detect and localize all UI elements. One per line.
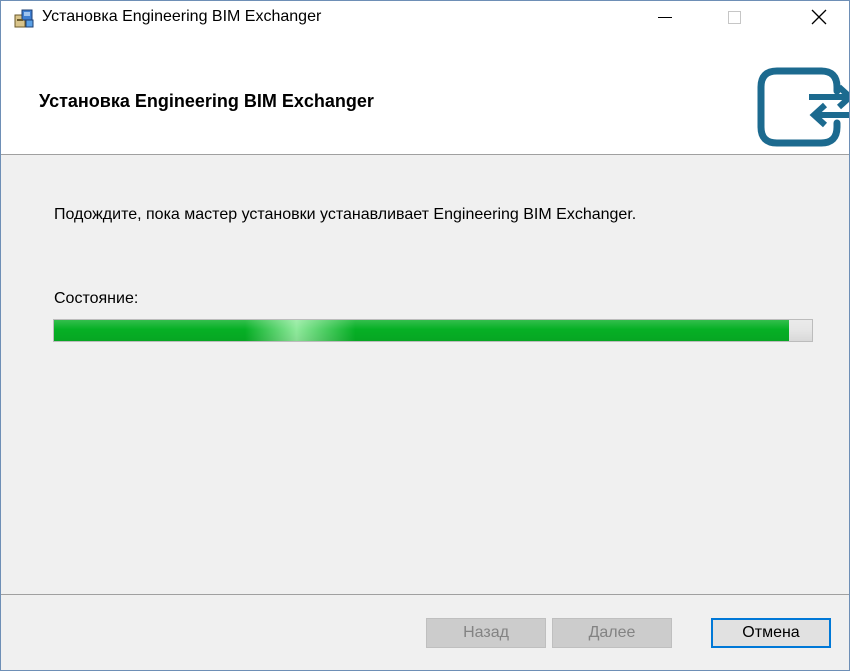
install-progress-bar [53,319,813,342]
exchange-arrows-icon [757,67,849,147]
banner-title: Установка Engineering BIM Exchanger [39,91,374,111]
title-bar[interactable]: Установка Engineering BIM Exchanger [1,1,849,33]
minimize-icon [658,16,672,18]
back-button[interactable]: Назад [426,618,546,648]
progress-shine [54,320,812,341]
status-label: Состояние: [54,290,139,307]
maximize-icon [727,10,741,24]
maximize-button[interactable] [711,1,757,33]
close-icon [811,9,827,25]
cancel-button[interactable]: Отмена [711,618,831,648]
install-message: Подождите, пока мастер установки устанав… [54,206,637,223]
next-button[interactable]: Далее [552,618,672,648]
installer-window: Установка Engineering BIM Exchanger Уста… [0,0,850,671]
header-banner: Установка Engineering BIM Exchanger [1,33,849,155]
installer-package-icon [14,9,34,28]
minimize-button[interactable] [642,1,688,33]
close-button[interactable] [796,1,842,33]
window-title: Установка Engineering BIM Exchanger [42,8,322,25]
footer-divider [1,594,849,595]
